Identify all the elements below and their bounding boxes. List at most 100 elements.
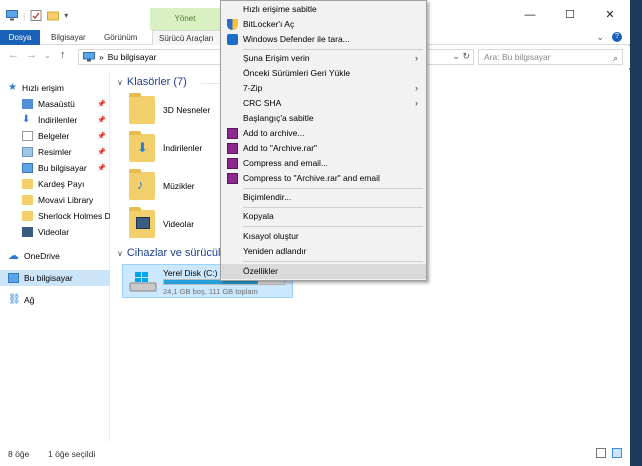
chevron-right-icon: › [415,53,418,63]
menu-item-crc-sha[interactable]: CRC SHA › [221,96,426,111]
menu-item-label: 7-Zip [243,83,263,93]
menu-item-label: Hızlı erişime sabitle [243,4,317,14]
nav-item-documents[interactable]: Belgeler 📌 [0,128,110,144]
folder-tile-3d-objects[interactable]: 3D Nesneler [129,93,211,124]
nav-item-recent-folder[interactable]: Kardeş Payı [0,176,110,192]
computer-icon [8,273,19,283]
folders-group-header[interactable]: ∨ Klasörler (7) [117,76,187,88]
menu-item-add-archive[interactable]: Add to archive... [221,126,426,141]
chevron-down-icon: ∨ [117,248,123,258]
tab-file[interactable]: Dosya [0,30,40,45]
drive-info: 24,1 GB boş, 111 GB toplam [163,287,258,296]
computer-icon [83,52,95,62]
devices-group-header[interactable]: ∨ Cihazlar ve sürücüler [117,247,230,259]
menu-item-bitlocker[interactable]: BitLocker'ı Aç [221,17,426,32]
chevron-down-icon: ∨ [117,77,123,87]
tab-computer[interactable]: Bilgisayar [51,30,86,45]
view-toggle [596,448,622,458]
menu-item-label: Önceki Sürümleri Geri Yükle [243,68,351,78]
documents-icon [22,131,33,141]
nav-quick-access[interactable]: ★ Hızlı erişim [0,80,110,96]
menu-item-copy[interactable]: Kopyala [221,209,426,224]
menu-item-pin-start[interactable]: Başlangıç'a sabitle [221,111,426,126]
folder-tile-music[interactable]: ♪ Müzikler [129,169,195,200]
menu-item-label: Add to "Archive.rar" [243,143,318,153]
breadcrumb[interactable]: Bu bilgisayar [108,52,157,62]
computer-icon[interactable] [6,10,18,21]
search-placeholder: Ara: Bu bilgisayar [484,52,551,62]
nav-onedrive[interactable]: ☁ OneDrive [0,248,110,264]
nav-item-downloads[interactable]: ⬇ İndirilenler 📌 [0,112,110,128]
tab-view[interactable]: Görünüm [104,30,137,45]
menu-item-label: CRC SHA [243,98,282,108]
recent-locations-icon[interactable]: ⌄ [44,51,51,60]
menu-item-label: Kısayol oluştur [243,231,299,241]
status-bar: 8 öğe 1 öğe seçildi [0,442,630,466]
menu-separator [243,207,423,208]
nav-network[interactable]: ⛓ Ağ [0,292,110,308]
selection-count: 1 öğe seçildi [48,449,96,459]
menu-item-format[interactable]: Biçimlendir... [221,190,426,205]
maximize-button[interactable]: ☐ [550,0,590,30]
breadcrumb-separator[interactable]: » [99,52,104,62]
videos-icon [22,227,33,237]
pin-icon: 📌 [97,165,106,172]
new-folder-icon[interactable] [47,10,60,21]
menu-item-rename[interactable]: Yeniden adlandır [221,244,426,259]
details-view-icon[interactable] [596,448,606,458]
close-button[interactable]: ✕ [590,0,630,30]
nav-item-recent-folder[interactable]: Sherlock Holmes Di [0,208,110,224]
customize-qat-icon[interactable]: ▾ [64,11,68,20]
menu-item-defender-scan[interactable]: Windows Defender ile tara... [221,32,426,47]
folder-tile-downloads[interactable]: ⬇ İndirilenler [129,131,202,162]
back-arrow-icon[interactable]: ← [8,49,19,61]
computer-icon [22,163,33,173]
menu-separator [243,49,423,50]
large-icons-view-icon[interactable] [612,448,622,458]
menu-item-pin-quick-access[interactable]: Hızlı erişime sabitle [221,2,426,17]
folder-icon [22,179,33,189]
nav-item-videos[interactable]: Videolar [0,224,110,240]
nav-label: OneDrive [24,251,60,261]
defender-icon [227,34,238,45]
refresh-icon[interactable]: ⌄ ↻ [452,51,470,62]
menu-item-create-shortcut[interactable]: Kısayol oluştur [221,229,426,244]
drive-icon [129,272,157,292]
downloads-icon: ⬇ [22,114,31,125]
up-arrow-icon[interactable]: ↑ [60,49,66,61]
group-title: Cihazlar ve sürücüler [126,247,231,259]
menu-item-label: Add to archive... [243,128,305,138]
menu-item-restore-versions[interactable]: Önceki Sürümleri Geri Yükle [221,66,426,81]
forward-arrow-icon[interactable]: → [26,49,37,61]
nav-item-pictures[interactable]: Resimler 📌 [0,144,110,160]
menu-item-give-access[interactable]: Şuna Erişim verin › [221,51,426,66]
ribbon-right-controls: ⌄ ? [596,32,622,43]
shield-icon [227,19,238,30]
search-input[interactable]: Ara: Bu bilgisayar ⌕ [478,49,623,65]
desktop-icon [22,99,33,109]
menu-item-compress-rar-email[interactable]: Compress to "Archive.rar" and email [221,171,426,186]
drive-name: Yerel Disk (C:) [163,268,218,278]
network-icon: ⛓ [8,294,21,305]
minimize-button[interactable]: — [510,0,550,30]
menu-item-compress-email[interactable]: Compress and email... [221,156,426,171]
folder-label: 3D Nesneler [163,105,211,115]
nav-item-this-pc-pinned[interactable]: Bu bilgisayar 📌 [0,160,110,176]
folder-tile-videos[interactable]: Videolar [129,207,194,238]
pin-icon: 📌 [97,149,106,156]
tab-drive-tools[interactable]: Sürücü Araçları [152,30,221,45]
folder-icon [22,211,33,221]
nav-item-desktop[interactable]: Masaüstü 📌 [0,96,110,112]
menu-item-add-archive-rar[interactable]: Add to "Archive.rar" [221,141,426,156]
nav-label: Resimler [38,147,72,157]
expand-ribbon-icon[interactable]: ⌄ [596,32,604,43]
cloud-icon: ☁ [8,250,19,262]
manage-context-tab[interactable]: Yönet [150,8,220,30]
menu-item-7zip[interactable]: 7-Zip › [221,81,426,96]
properties-icon[interactable] [30,10,42,21]
nav-item-recent-folder[interactable]: Movavi Library [0,192,110,208]
help-icon[interactable]: ? [612,32,622,42]
menu-item-properties[interactable]: Özellikler [221,264,426,279]
nav-this-pc[interactable]: Bu bilgisayar [0,270,110,286]
winrar-icon [227,173,238,184]
